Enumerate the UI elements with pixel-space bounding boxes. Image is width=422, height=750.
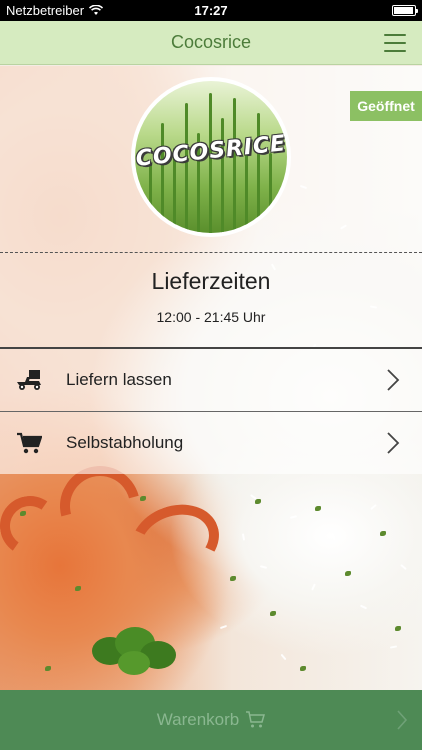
battery-icon [392, 5, 418, 16]
cart-label: Warenkorb [156, 710, 240, 729]
chevron-right-icon [387, 369, 400, 391]
nav-bar: Cocosrice [0, 21, 422, 65]
cart-button[interactable]: Warenkorb [0, 690, 422, 750]
logo-image: COCOSRICE [135, 81, 287, 233]
carrier-name: Netzbetreiber [6, 3, 85, 18]
option-pickup[interactable]: Selbstabholung [0, 412, 422, 474]
option-label: Liefern lassen [66, 370, 172, 389]
delivery-hours: 12:00 - 21:45 Uhr [156, 309, 266, 325]
restaurant-logo: COCOSRICE [131, 77, 291, 237]
shopping-cart-icon [246, 711, 266, 728]
delivery-scooter-icon [14, 365, 44, 395]
status-left: Netzbetreiber [6, 3, 104, 18]
delivery-times-title: Lieferzeiten [151, 268, 271, 294]
option-delivery[interactable]: Liefern lassen [0, 349, 422, 411]
shopping-cart-icon [14, 428, 44, 458]
chevron-right-icon [387, 432, 400, 454]
option-label: Selbstabholung [66, 433, 184, 452]
chevron-right-icon [397, 710, 408, 730]
wifi-icon [89, 5, 104, 15]
dashed-divider [0, 252, 422, 253]
parsley-garnish [92, 627, 176, 675]
hamburger-menu-icon[interactable] [384, 34, 406, 52]
page-title: Cocosrice [170, 32, 252, 52]
status-badge: Geöffnet [350, 91, 422, 121]
status-bar: Netzbetreiber 17:27 [0, 0, 422, 21]
